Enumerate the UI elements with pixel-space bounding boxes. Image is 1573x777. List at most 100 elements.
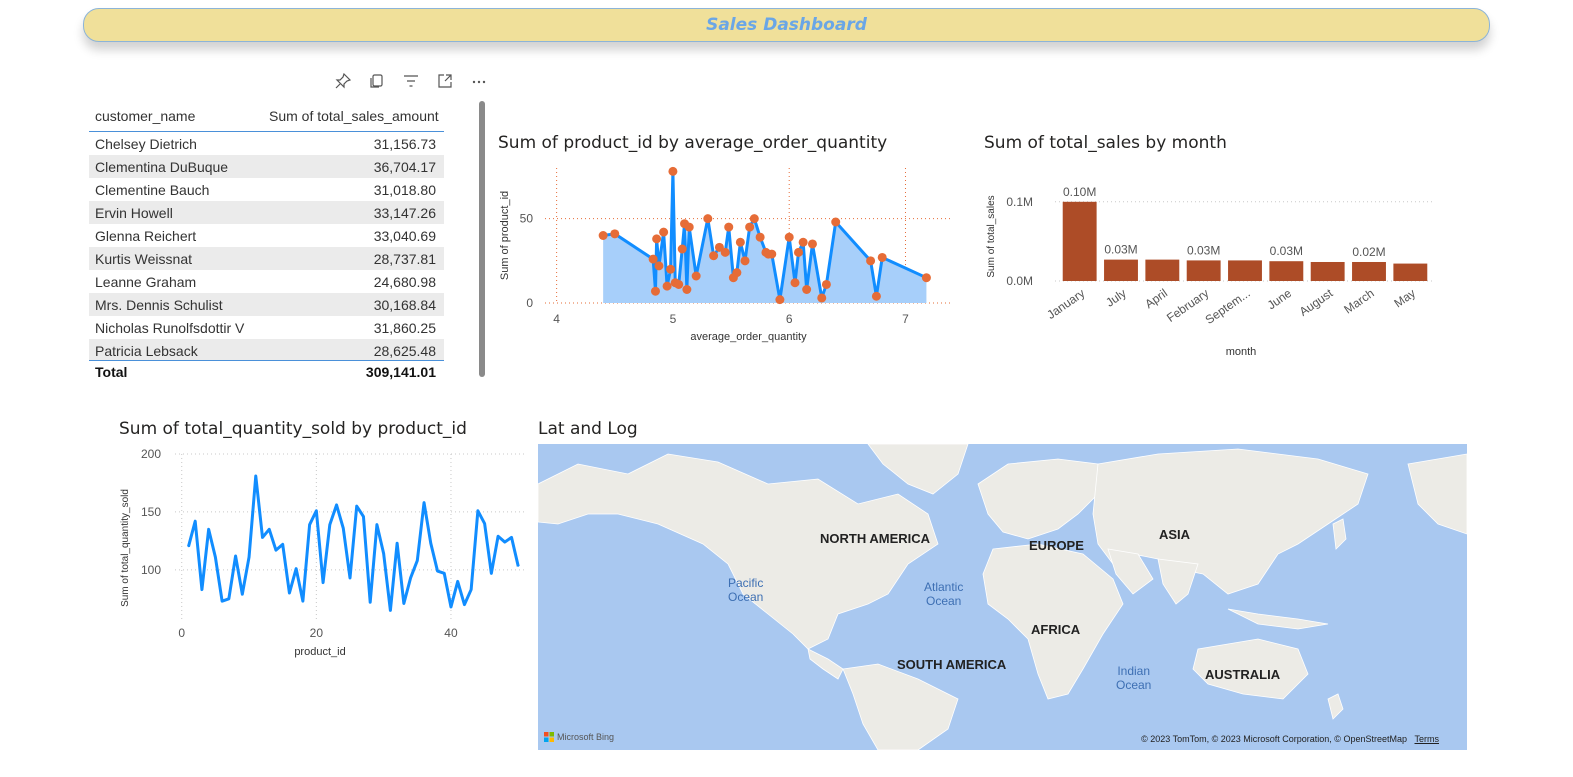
table-row[interactable]: Mrs. Dennis Schulist 30,168.84 <box>89 293 444 316</box>
table-row[interactable]: Leanne Graham 24,680.98 <box>89 270 444 293</box>
table-row[interactable]: Kurtis Weissnat 28,737.81 <box>89 247 444 270</box>
x-tick-label: 0 <box>178 626 185 640</box>
data-point <box>735 237 745 247</box>
data-label: 0.03M <box>1187 243 1220 257</box>
terms-link[interactable]: Terms <box>1415 734 1440 744</box>
data-point <box>794 247 804 257</box>
data-point <box>691 271 701 281</box>
column-header-total-sales[interactable]: Sum of total_sales_amount <box>269 108 444 124</box>
data-point <box>666 264 676 274</box>
visual-header-toolbar <box>326 70 496 92</box>
bing-logo[interactable]: Microsoft Bing <box>544 732 614 742</box>
cell-sales-amount: 28,625.48 <box>373 342 436 359</box>
table-row[interactable]: Clementina DuBuque 36,704.17 <box>89 155 444 178</box>
bar <box>1186 260 1221 281</box>
data-point <box>598 231 608 240</box>
bar <box>1104 259 1138 281</box>
copy-icon[interactable] <box>360 70 394 92</box>
table-row[interactable]: Clementine Bauch 31,018.80 <box>89 178 444 201</box>
data-label: 0.03M <box>1104 243 1137 257</box>
table-row[interactable]: Glenna Reichert 33,040.69 <box>89 224 444 247</box>
data-point <box>315 510 317 512</box>
data-point <box>342 527 344 529</box>
y-tick-label: 0.0M <box>1006 274 1033 288</box>
data-point <box>798 237 808 247</box>
y-tick-label: 0.1M <box>1006 195 1033 209</box>
attribution-text[interactable]: © 2023 TomTom, © 2023 Microsoft Corporat… <box>1141 734 1407 744</box>
data-point <box>682 285 692 294</box>
data-point <box>484 523 486 525</box>
data-point <box>650 286 660 296</box>
data-point <box>668 166 678 176</box>
x-tick-label: January <box>1044 286 1087 322</box>
cell-customer-name: Mrs. Dennis Schulist <box>95 296 223 313</box>
data-point <box>275 549 277 551</box>
data-point <box>450 606 452 608</box>
world-map[interactable]: NORTH AMERICA EUROPE ASIA AFRICA SOUTH A… <box>538 444 1467 750</box>
x-axis-label: month <box>1226 346 1257 358</box>
table-row[interactable]: Ervin Howell 33,147.26 <box>89 201 444 224</box>
x-tick-label: 4 <box>553 312 560 326</box>
cell-customer-name: Ervin Howell <box>95 204 173 221</box>
cell-customer-name: Leanne Graham <box>95 273 197 290</box>
bar <box>1228 260 1262 281</box>
cell-sales-amount: 28,737.81 <box>373 250 436 267</box>
pin-icon[interactable] <box>326 70 360 92</box>
data-point <box>755 232 765 242</box>
data-point <box>767 249 777 259</box>
filter-icon[interactable] <box>394 70 428 92</box>
x-tick-label: 40 <box>444 626 458 640</box>
more-options-icon[interactable] <box>462 70 496 92</box>
chart2-title: Sum of total_sales by month <box>984 133 1227 153</box>
customer-sales-table: customer_name Sum of total_sales_amount … <box>89 100 444 382</box>
data-point <box>490 572 492 574</box>
data-point <box>288 592 290 594</box>
bar <box>1145 259 1180 281</box>
bar <box>1393 263 1428 281</box>
cell-sales-amount: 31,860.25 <box>373 319 436 336</box>
cell-customer-name: Kurtis Weissnat <box>95 250 192 267</box>
data-point <box>309 524 311 526</box>
x-tick-label: May <box>1391 286 1418 310</box>
data-point <box>709 251 719 261</box>
bar-chart-sales-by-month: 0.0M0.1M0.10MJanuary0.03MJuly April0.03MF… <box>986 185 1435 358</box>
data-point <box>784 232 794 242</box>
continent-label-australia: AUSTRALIA <box>1205 667 1281 682</box>
data-point <box>740 256 750 266</box>
x-tick-label: June <box>1265 286 1295 313</box>
table-row[interactable]: Chelsey Dietrich 31,156.73 <box>89 132 444 155</box>
focus-mode-icon[interactable] <box>428 70 462 92</box>
microsoft-logo-icon <box>544 732 554 742</box>
column-header-customer-name[interactable]: customer_name <box>89 108 269 124</box>
data-point <box>724 222 734 232</box>
data-point <box>282 543 284 545</box>
table-row[interactable]: Patricia Lebsack 28,625.48 <box>89 339 444 360</box>
data-point <box>356 505 358 507</box>
data-point <box>443 572 445 574</box>
map-attribution: © 2023 TomTom, © 2023 Microsoft Corporat… <box>1141 734 1439 744</box>
data-point <box>221 600 223 602</box>
cell-sales-amount: 33,040.69 <box>373 227 436 244</box>
data-label: 0.02M <box>1352 245 1385 259</box>
data-point <box>802 285 812 294</box>
data-label: 0.03M <box>1270 244 1303 258</box>
y-axis-label: Sum of total_quantity_sold <box>120 489 131 607</box>
table-row[interactable]: Nicholas Runolfsdottir V 31,860.25 <box>89 316 444 339</box>
data-point <box>511 536 513 538</box>
y-tick-label: 50 <box>520 212 534 226</box>
data-point <box>201 589 203 591</box>
total-value: 309,141.01 <box>365 364 436 380</box>
cell-customer-name: Clementina DuBuque <box>95 158 229 175</box>
data-point <box>437 570 438 572</box>
data-point <box>410 577 412 579</box>
ocean-label-pacific: Pacific Ocean <box>728 576 764 604</box>
x-tick-label: 7 <box>902 312 909 326</box>
table-scrollbar[interactable] <box>479 101 485 377</box>
data-point <box>403 602 405 604</box>
cell-customer-name: Nicholas Runolfsdottir V <box>95 319 245 336</box>
map-land-shapes <box>538 444 1467 750</box>
data-point <box>362 516 364 518</box>
cell-sales-amount: 24,680.98 <box>373 273 436 290</box>
data-point <box>477 510 479 512</box>
continent-label-south-america: SOUTH AMERICA <box>897 657 1007 672</box>
